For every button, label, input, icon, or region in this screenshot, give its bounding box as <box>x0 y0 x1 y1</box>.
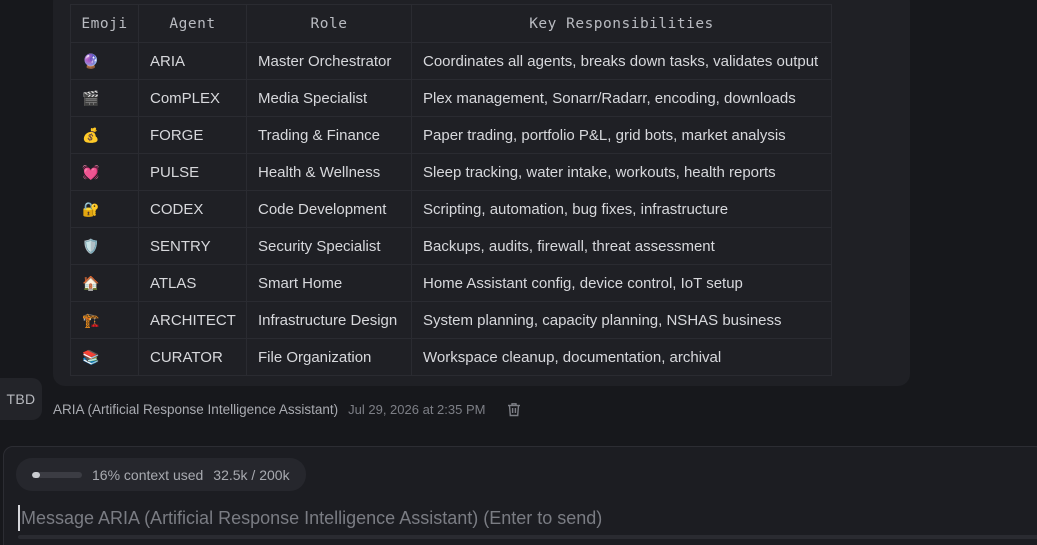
agent-name: CODEX <box>138 190 247 228</box>
agent-role: Security Specialist <box>246 227 412 265</box>
message-timestamp: Jul 29, 2026 at 2:35 PM <box>348 402 486 417</box>
agent-role: Infrastructure Design <box>246 301 412 339</box>
table-row: 🏠 ATLAS Smart Home Home Assistant config… <box>70 264 832 302</box>
agent-name: FORGE <box>138 116 247 154</box>
table-row: 💰 FORGE Trading & Finance Paper trading,… <box>70 116 832 154</box>
sender-name: ARIA (Artificial Response Intelligence A… <box>53 402 339 417</box>
agent-role: Master Orchestrator <box>246 42 412 80</box>
message-input[interactable] <box>18 505 1021 531</box>
context-usage-indicator: 16% context used 32.5k / 200k <box>16 458 306 491</box>
avatar: TBD <box>0 378 42 420</box>
header-responsibilities: Key Responsibilities <box>411 4 832 43</box>
message-composer: 16% context used 32.5k / 200k <box>3 446 1037 545</box>
agent-responsibilities: Scripting, automation, bug fixes, infras… <box>411 190 832 228</box>
message-meta: ARIA (Artificial Response Intelligence A… <box>53 402 521 417</box>
books-icon: 📚 <box>82 349 100 365</box>
construction-icon: 🏗️ <box>82 312 100 328</box>
context-progress-fill <box>32 471 40 478</box>
context-usage-label: 16% context used <box>92 466 204 483</box>
agent-role: Health & Wellness <box>246 153 412 191</box>
crystal-ball-icon: 🔮 <box>82 53 100 69</box>
token-count: 32.5k / 200k <box>213 466 290 483</box>
header-role: Role <box>246 4 412 43</box>
table-row: 📚 CURATOR File Organization Workspace cl… <box>70 338 832 376</box>
agent-role: Media Specialist <box>246 79 412 117</box>
money-bag-icon: 💰 <box>82 127 100 143</box>
chat-page: Emoji Agent Role Key Responsibilities 🔮 … <box>0 0 1037 545</box>
table-row: 🛡️ SENTRY Security Specialist Backups, a… <box>70 227 832 265</box>
agent-name: CURATOR <box>138 338 247 376</box>
header-emoji: Emoji <box>70 4 139 43</box>
agent-role: File Organization <box>246 338 412 376</box>
agent-responsibilities: Sleep tracking, water intake, workouts, … <box>411 153 832 191</box>
agent-name: ComPLEX <box>138 79 247 117</box>
table-header-row: Emoji Agent Role Key Responsibilities <box>70 4 832 43</box>
agent-responsibilities: Backups, audits, firewall, threat assess… <box>411 227 832 265</box>
agent-responsibilities: Paper trading, portfolio P&L, grid bots,… <box>411 116 832 154</box>
shield-icon: 🛡️ <box>82 238 100 254</box>
table-row: 💓 PULSE Health & Wellness Sleep tracking… <box>70 153 832 191</box>
composer-scrollbar[interactable] <box>18 535 1037 539</box>
table-row: 🔮 ARIA Master Orchestrator Coordinates a… <box>70 42 832 80</box>
table-row: 🏗️ ARCHITECT Infrastructure Design Syste… <box>70 301 832 339</box>
agent-name: ATLAS <box>138 264 247 302</box>
lock-with-key-icon: 🔐 <box>82 201 100 217</box>
agents-table: Emoji Agent Role Key Responsibilities 🔮 … <box>70 4 832 376</box>
agent-role: Code Development <box>246 190 412 228</box>
agent-name: ARIA <box>138 42 247 80</box>
beating-heart-icon: 💓 <box>82 164 100 180</box>
agent-responsibilities: Workspace cleanup, documentation, archiv… <box>411 338 832 376</box>
agent-name: PULSE <box>138 153 247 191</box>
agent-responsibilities: Home Assistant config, device control, I… <box>411 264 832 302</box>
agent-responsibilities: Coordinates all agents, breaks down task… <box>411 42 832 80</box>
agent-name: SENTRY <box>138 227 247 265</box>
agent-role: Trading & Finance <box>246 116 412 154</box>
agent-responsibilities: Plex management, Sonarr/Radarr, encoding… <box>411 79 832 117</box>
agent-responsibilities: System planning, capacity planning, NSHA… <box>411 301 832 339</box>
header-agent: Agent <box>138 4 247 43</box>
context-progress-bar <box>32 471 82 478</box>
clapper-board-icon: 🎬 <box>82 90 100 106</box>
house-icon: 🏠 <box>82 275 100 291</box>
trash-icon[interactable] <box>507 402 521 417</box>
table-row: 🎬 ComPLEX Media Specialist Plex manageme… <box>70 79 832 117</box>
agent-name: ARCHITECT <box>138 301 247 339</box>
table-row: 🔐 CODEX Code Development Scripting, auto… <box>70 190 832 228</box>
agent-role: Smart Home <box>246 264 412 302</box>
